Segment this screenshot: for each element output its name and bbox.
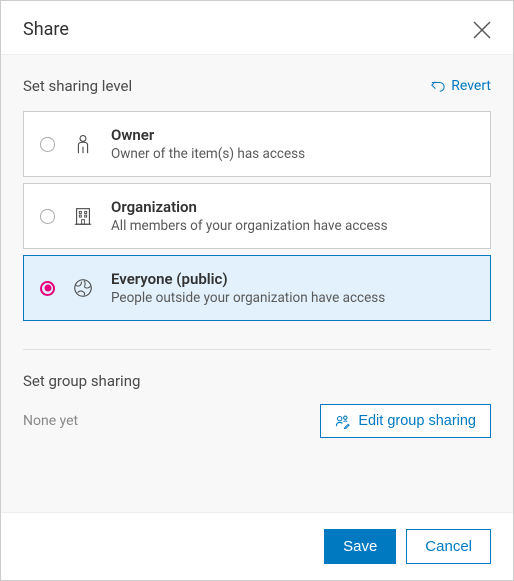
building-icon (71, 204, 95, 228)
close-button[interactable] (473, 21, 491, 39)
group-edit-icon (335, 414, 350, 429)
edit-group-sharing-button[interactable]: Edit group sharing (320, 404, 491, 438)
option-desc: People outside your organization have ac… (111, 290, 474, 306)
save-button[interactable]: Save (324, 529, 396, 564)
option-title: Owner (111, 126, 474, 144)
option-text: Owner Owner of the item(s) has access (111, 126, 474, 162)
group-sharing-status: None yet (23, 413, 78, 429)
cancel-button[interactable]: Cancel (406, 529, 491, 564)
edit-group-label: Edit group sharing (358, 413, 476, 429)
close-icon (473, 21, 491, 39)
dialog-header: Share (1, 1, 513, 54)
radio-owner[interactable] (40, 137, 55, 152)
option-desc: Owner of the item(s) has access (111, 146, 474, 162)
option-desc: All members of your organization have ac… (111, 218, 474, 234)
dialog-body: Set sharing level Revert Owner Owner of … (1, 54, 513, 513)
radio-everyone[interactable] (40, 281, 55, 296)
dialog-title: Share (23, 19, 69, 40)
option-title: Everyone (public) (111, 270, 474, 288)
sharing-level-header: Set sharing level Revert (23, 77, 491, 95)
sharing-option-everyone[interactable]: Everyone (public) People outside your or… (23, 255, 491, 321)
divider (23, 349, 491, 350)
sharing-option-organization[interactable]: Organization All members of your organiz… (23, 183, 491, 249)
dialog-footer: Save Cancel (1, 513, 513, 580)
person-icon (71, 132, 95, 156)
revert-button[interactable]: Revert (431, 78, 491, 94)
revert-label: Revert (451, 78, 491, 94)
option-text: Organization All members of your organiz… (111, 198, 474, 234)
group-sharing-title: Set group sharing (23, 372, 491, 390)
sharing-option-owner[interactable]: Owner Owner of the item(s) has access (23, 111, 491, 177)
globe-icon (71, 276, 95, 300)
sharing-level-title: Set sharing level (23, 77, 132, 95)
option-text: Everyone (public) People outside your or… (111, 270, 474, 306)
option-title: Organization (111, 198, 474, 216)
radio-organization[interactable] (40, 209, 55, 224)
revert-icon (431, 79, 445, 93)
group-sharing-row: None yet Edit group sharing (23, 404, 491, 438)
